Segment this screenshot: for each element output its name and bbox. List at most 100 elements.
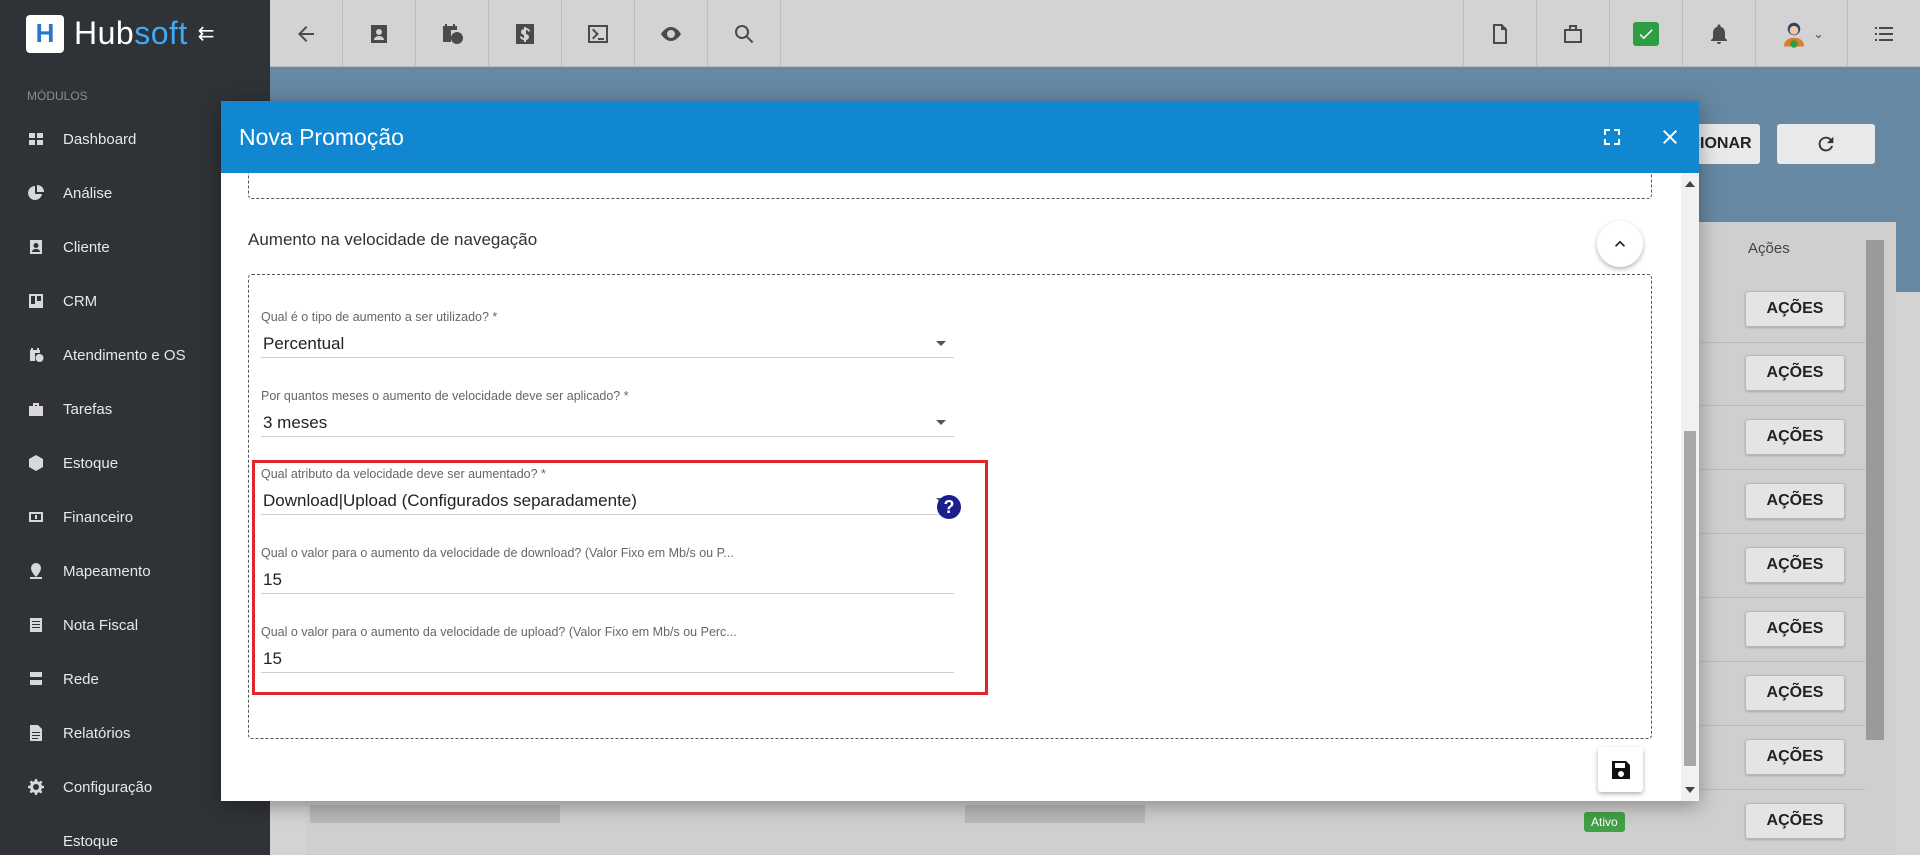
sidebar-item-label: Financeiro [63,508,134,526]
sidebar-item-label: Relatórios [63,724,131,742]
row-actions-button[interactable]: AÇÕES [1745,291,1845,327]
field-value[interactable]: 3 meses [261,409,954,437]
highlight-box [252,460,988,695]
sidebar-item-label: Nota Fiscal [63,616,139,634]
hubsoft-logo-icon[interactable]: H [26,14,64,53]
status-badge: Ativo [1584,812,1625,832]
pdf-button[interactable] [1463,0,1536,67]
modal-body: Aumento na velocidade de navegação Qual … [221,173,1699,801]
modal-scrollbar[interactable] [1681,173,1699,801]
fullscreen-button[interactable] [1583,101,1641,173]
hamburger-list-icon [1875,26,1893,41]
close-button[interactable] [1641,101,1699,173]
field-label: Por quantos meses o aumento de velocidad… [261,389,629,403]
terminal-button[interactable] [562,0,635,67]
scrollbar-thumb[interactable] [1684,431,1696,766]
sidebar-item-label: Análise [63,184,113,202]
box-icon [28,455,44,471]
contact-card-icon [371,24,387,43]
blurred-text [310,805,560,823]
user-menu-button[interactable]: ⌄ [1755,0,1847,67]
sidebar-item-label: CRM [63,292,98,310]
network-icon [28,671,44,687]
row-actions-button[interactable]: AÇÕES [1745,483,1845,519]
sidebar-item-estoque-2[interactable]: Estoque [0,814,270,855]
selected-value: Percentual [263,333,345,353]
pie-chart-icon [28,185,44,201]
row-actions-button[interactable]: AÇÕES [1745,803,1845,839]
tasks-button[interactable] [1536,0,1609,67]
view-button[interactable] [635,0,708,67]
new-promotion-modal: Nova Promoção Aumento na velocidade de n… [221,101,1699,801]
schedule-button[interactable] [416,0,489,67]
check-message-icon [1633,21,1659,46]
row-divider [1700,533,1865,534]
sidebar-item-label: Mapeamento [63,562,151,580]
financial-button[interactable] [489,0,562,67]
notifications-button[interactable] [1682,0,1755,67]
calendar-clock-icon [28,347,44,363]
sidebar-item-label: Estoque [63,832,119,850]
terminal-icon [588,24,608,43]
fullscreen-icon [1604,129,1620,145]
collapse-section-button[interactable] [1597,221,1643,267]
field-value[interactable]: Percentual [261,330,954,358]
refresh-button[interactable] [1777,124,1875,164]
eye-icon [661,26,681,41]
dropdown-arrow-icon [936,420,946,425]
search-button[interactable] [708,0,781,67]
topbar: ⌄ [270,0,1920,67]
modal-title: Nova Promoção [239,123,404,150]
brand-name: Hubsoft [74,15,188,51]
approvals-button[interactable] [1609,0,1682,67]
save-button[interactable] [1598,747,1643,792]
calendar-clock-icon [443,23,463,44]
list-scrollbar[interactable] [1866,240,1884,740]
kanban-icon [28,293,44,309]
row-actions-button[interactable]: AÇÕES [1745,739,1845,775]
row-divider [1700,342,1865,343]
briefcase-icon [28,401,44,417]
box-icon [28,833,44,849]
scroll-down-arrow-icon[interactable] [1685,787,1695,793]
section-title: Aumento na velocidade de navegação [248,230,538,249]
report-icon [28,725,44,741]
dollar-icon [516,23,534,44]
row-actions-button[interactable]: AÇÕES [1745,611,1845,647]
row-actions-button[interactable]: AÇÕES [1745,355,1845,391]
sidebar-item-label: Tarefas [63,400,113,418]
money-icon [28,509,44,525]
row-divider [1700,597,1865,598]
blurred-text [965,805,1145,823]
selected-value: 3 meses [263,412,328,432]
refresh-icon [1818,136,1834,152]
sidebar-item-label: Cliente [63,238,110,256]
document-icon [28,617,44,633]
back-button[interactable] [270,0,343,67]
row-actions-button[interactable]: AÇÕES [1745,675,1845,711]
contact-button[interactable] [343,0,416,67]
sidebar-item-label: Dashboard [63,130,137,148]
previous-section-box [248,173,1652,199]
pdf-file-icon [1493,23,1507,44]
row-actions-button[interactable]: AÇÕES [1745,419,1845,455]
more-menu-button[interactable] [1847,0,1920,67]
sidebar-item-label: Rede [63,670,99,688]
row-actions-button[interactable]: AÇÕES [1745,547,1845,583]
months-select[interactable]: Por quantos meses o aumento de velocidad… [261,389,954,437]
collapse-sidebar-icon[interactable]: ⇇ [198,21,215,46]
arrow-left-icon [298,25,314,42]
increase-type-select[interactable]: Qual é o tipo de aumento a ser utilizado… [261,310,954,358]
sidebar-item-label: Atendimento e OS [63,346,186,364]
briefcase-icon [1564,24,1582,43]
close-icon [1663,130,1677,144]
dropdown-arrow-icon [936,341,946,346]
bell-icon [1711,24,1727,44]
row-divider [1700,405,1865,406]
row-divider [1700,469,1865,470]
row-divider [1700,725,1865,726]
contact-card-icon [28,239,44,255]
brand: H Hubsoft ⇇ [0,0,270,67]
sidebar-item-label: Configuração [63,778,153,796]
scroll-up-arrow-icon[interactable] [1685,181,1695,187]
